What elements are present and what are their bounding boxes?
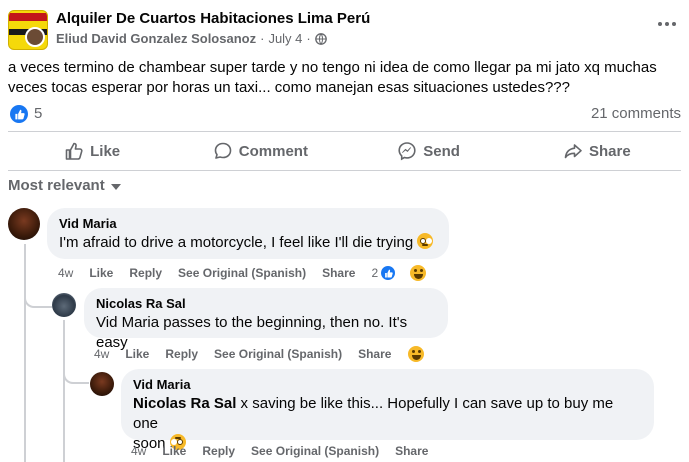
comment-share-button[interactable]: Share: [358, 347, 391, 361]
comment-reply-button[interactable]: Reply: [129, 266, 162, 280]
like-reaction-icon[interactable]: [10, 105, 28, 123]
comment-label: Comment: [238, 142, 308, 160]
comment-reaction-count: 2: [371, 266, 379, 280]
like-label: Like: [90, 142, 121, 160]
haha-reaction-icon[interactable]: [407, 345, 426, 363]
commenter-avatar[interactable]: [90, 372, 114, 396]
send-button[interactable]: Send: [345, 135, 513, 167]
like-button[interactable]: Like: [8, 135, 176, 167]
commenter-avatar[interactable]: [8, 208, 40, 240]
thread-connector: [63, 352, 89, 384]
divider: [8, 170, 681, 171]
commenter-name-link[interactable]: Nicolas Ra Sal: [96, 296, 436, 312]
like-reaction-icon: [380, 265, 397, 281]
thread-line: [63, 320, 65, 462]
post-date-link[interactable]: July 4: [268, 31, 302, 46]
dot-icon: [658, 22, 662, 26]
pleading-face-emoji-icon: [417, 233, 434, 249]
comment-share-button[interactable]: Share: [395, 444, 428, 458]
more-options-button[interactable]: [653, 14, 681, 34]
see-original-button[interactable]: See Original (Spanish): [214, 347, 342, 361]
comment-actions: 4w Like Reply See Original (Spanish) Sha…: [94, 345, 441, 363]
comment-bubble: Vid Maria Nicolas Ra Sal x saving be lik…: [121, 369, 654, 452]
see-original-button[interactable]: See Original (Spanish): [251, 444, 379, 458]
comment-reply-button[interactable]: Reply: [165, 347, 198, 361]
comment-text-content: I'm afraid to drive a motorcycle, I feel…: [59, 234, 414, 251]
commenter-name-link[interactable]: Vid Maria: [59, 216, 437, 232]
comment-icon: [214, 142, 232, 159]
thread-connector: [24, 266, 52, 308]
share-arrow-icon: [564, 144, 582, 159]
author-avatar[interactable]: [25, 27, 45, 47]
comment-share-button[interactable]: Share: [322, 266, 355, 280]
comment-button[interactable]: Comment: [176, 135, 344, 167]
commenter-avatar[interactable]: [52, 293, 76, 317]
comment-reactions[interactable]: 2: [371, 264, 443, 282]
comment-like-button[interactable]: Like: [162, 444, 186, 458]
author-name-link[interactable]: Eliud David Gonzalez Solosanoz: [56, 31, 256, 46]
comment-actions: 4w Like Reply See Original (Spanish) Sha…: [131, 444, 444, 458]
comment-time[interactable]: 4w: [94, 347, 109, 361]
comment-like-button[interactable]: Like: [89, 266, 113, 280]
dot-icon: [672, 22, 676, 26]
sort-label: Most relevant: [8, 177, 105, 194]
post-text: a veces termino de chambear super tarde …: [8, 59, 657, 96]
group-avatar[interactable]: [8, 10, 48, 50]
group-name-link[interactable]: Alquiler De Cuartos Habitaciones Lima Pe…: [56, 10, 370, 27]
caret-down-icon: [110, 183, 121, 190]
see-original-button[interactable]: See Original (Spanish): [178, 266, 306, 280]
comment-sort-dropdown[interactable]: Most relevant: [8, 177, 121, 194]
meta-separator-2: ·: [306, 31, 311, 46]
commenter-name-link[interactable]: Vid Maria: [133, 377, 642, 393]
post-header: Alquiler De Cuartos Habitaciones Lima Pe…: [8, 6, 681, 50]
dot-icon: [665, 22, 669, 26]
send-label: Send: [423, 142, 460, 160]
comment-time[interactable]: 4w: [131, 444, 146, 458]
comment-text: I'm afraid to drive a motorcycle, I feel…: [59, 233, 437, 253]
comment-reply-button[interactable]: Reply: [202, 444, 235, 458]
globe-icon[interactable]: [314, 32, 327, 45]
share-label: Share: [589, 142, 631, 160]
comment-actions: 4w Like Reply See Original (Spanish) Sha…: [58, 264, 443, 282]
comment-bubble: Vid Maria I'm afraid to drive a motorcyc…: [47, 208, 449, 259]
share-button[interactable]: Share: [513, 135, 681, 167]
reaction-summary: 5 21 comments: [8, 104, 681, 124]
comments-count-link[interactable]: 21 comments: [591, 105, 681, 122]
post-action-bar: Like Comment Send Share: [8, 135, 681, 167]
post-meta: Eliud David Gonzalez Solosanoz · July 4 …: [56, 31, 327, 46]
comment-like-button[interactable]: Like: [125, 347, 149, 361]
reaction-count[interactable]: 5: [34, 105, 42, 122]
messenger-icon: [398, 142, 416, 161]
comment-bubble: Nicolas Ra Sal Vid Maria passes to the b…: [84, 288, 448, 351]
meta-separator: ·: [260, 31, 265, 46]
divider: [8, 131, 681, 132]
mention-link[interactable]: Nicolas Ra Sal: [133, 395, 236, 412]
haha-reaction-icon: [409, 264, 428, 282]
comment-time[interactable]: 4w: [58, 266, 73, 280]
thumbs-up-icon: [65, 142, 83, 160]
